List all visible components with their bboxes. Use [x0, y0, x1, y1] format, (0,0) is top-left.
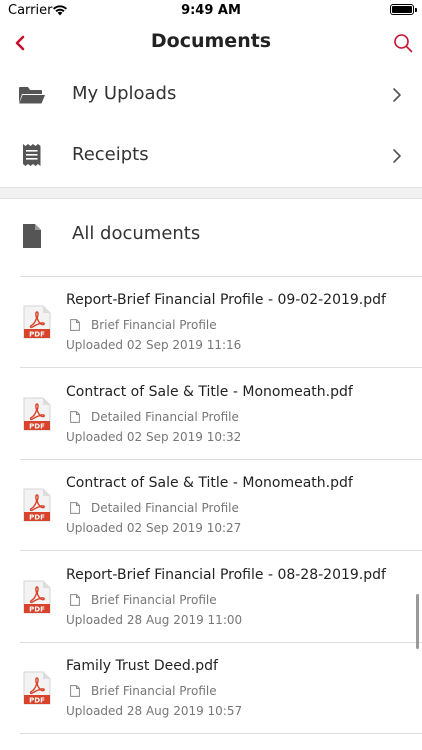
- all-documents-header: All documents: [0, 205, 422, 265]
- all-documents-label: All documents: [72, 223, 201, 244]
- pdf-badge-text: PDF: [29, 697, 45, 705]
- pdf-badge-text: PDF: [29, 605, 45, 613]
- back-button[interactable]: [10, 32, 32, 54]
- pdf-file-icon: PDF: [23, 305, 51, 339]
- document-title: Report-Brief Financial Profile - 09-02-2…: [66, 292, 386, 308]
- document-title: Contract of Sale & Title - Monomeath.pdf: [66, 475, 353, 492]
- pdf-file-icon: PDF: [23, 488, 51, 522]
- section-divider: [0, 187, 422, 199]
- search-icon: [394, 34, 413, 53]
- pdf-file-icon: PDF: [23, 397, 51, 431]
- document-type-icon: [70, 593, 80, 606]
- pdf-file-icon: PDF: [23, 671, 51, 705]
- document-type: Brief Financial Profile: [91, 592, 217, 607]
- scrollbar[interactable]: [416, 594, 419, 649]
- status-bar: Carrier 9:49 AM: [0, 0, 422, 22]
- document-row[interactable]: PDF Family Trust Deed.pdf Brief Financia…: [0, 643, 422, 735]
- document-upload-date: Uploaded 02 Sep 2019 10:27: [66, 521, 242, 536]
- my-uploads-row[interactable]: My Uploads: [0, 65, 422, 125]
- navigation-bar: Documents: [0, 24, 422, 64]
- search-button[interactable]: [392, 32, 414, 54]
- document-row[interactable]: PDF Report-Brief Financial Profile - 09-…: [0, 277, 422, 368]
- document-type-icon: [70, 410, 80, 423]
- pdf-file-icon: PDF: [23, 580, 51, 614]
- my-uploads-label: My Uploads: [72, 83, 177, 104]
- folder-open-icon: [19, 87, 45, 104]
- document-row[interactable]: PDF Report-Brief Financial Profile - 08-…: [0, 552, 422, 643]
- document-type-icon: [70, 502, 80, 515]
- document-type: Brief Financial Profile: [91, 318, 217, 332]
- status-time: 9:49 AM: [181, 3, 241, 18]
- document-upload-date: Uploaded 02 Sep 2019 11:16: [66, 338, 242, 352]
- pdf-badge-text: PDF: [29, 422, 45, 430]
- document-title: Report-Brief Financial Profile - 08-28-2…: [66, 566, 386, 583]
- document-type: Detailed Financial Profile: [91, 409, 239, 424]
- document-type: Brief Financial Profile: [91, 684, 217, 699]
- document-title: Contract of Sale & Title - Monomeath.pdf: [66, 383, 353, 400]
- document-row[interactable]: PDF Contract of Sale & Title - Monomeath…: [0, 460, 422, 552]
- document-upload-date: Uploaded 28 Aug 2019 10:57: [66, 704, 243, 719]
- receipts-row[interactable]: Receipts: [0, 126, 422, 186]
- document-type: Detailed Financial Profile: [91, 501, 239, 516]
- chevron-right-icon: [393, 88, 401, 102]
- chevron-right-icon: [393, 149, 401, 163]
- document-type-icon: [70, 685, 80, 698]
- document-icon: [23, 224, 41, 248]
- page-title: Documents: [150, 30, 272, 52]
- chevron-left-icon: [15, 35, 25, 51]
- pdf-badge-text: PDF: [29, 331, 45, 339]
- document-type-icon: [70, 319, 80, 331]
- receipts-label: Receipts: [72, 144, 149, 165]
- document-upload-date: Uploaded 02 Sep 2019 10:32: [66, 429, 242, 444]
- battery-icon: [390, 4, 417, 15]
- document-row[interactable]: PDF Contract of Sale & Title - Monomeath…: [0, 369, 422, 460]
- row-divider: [20, 733, 422, 735]
- pdf-badge-text: PDF: [29, 514, 45, 522]
- receipt-icon: [23, 144, 41, 166]
- document-upload-date: Uploaded 28 Aug 2019 11:00: [66, 612, 243, 627]
- document-title: Family Trust Deed.pdf: [66, 658, 218, 675]
